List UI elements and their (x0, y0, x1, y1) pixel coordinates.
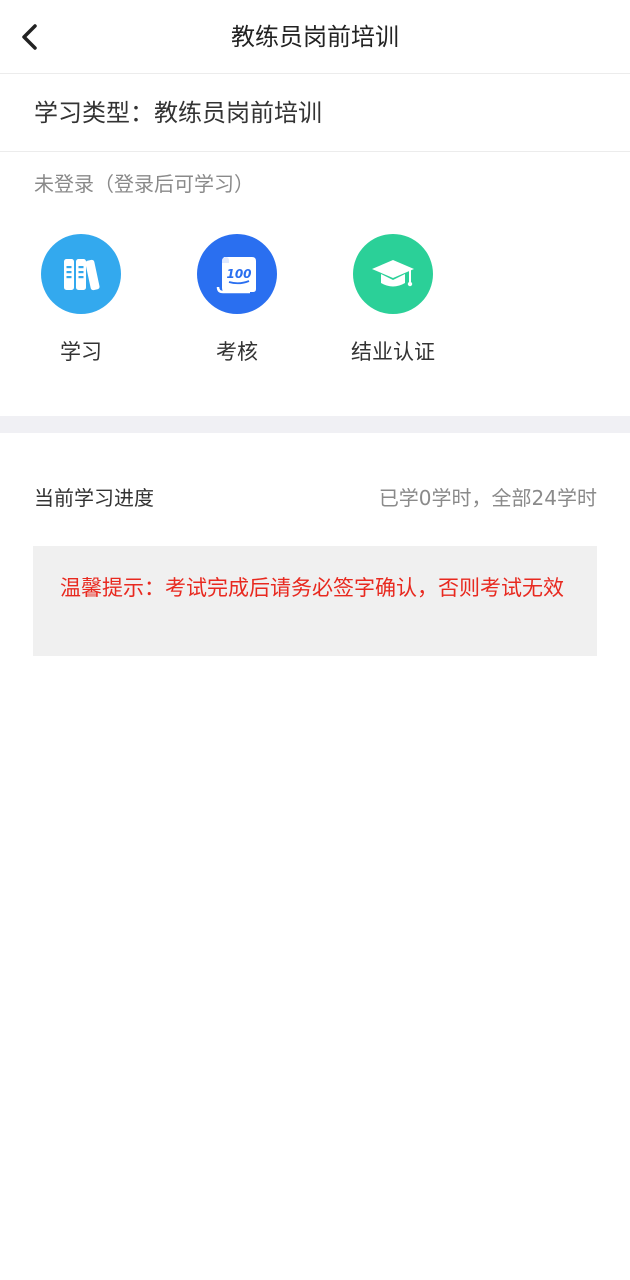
study-label: 学习 (60, 340, 102, 364)
login-status-text[interactable]: 未登录（登录后可学习） (34, 168, 254, 200)
books-icon (41, 234, 121, 314)
study-button[interactable]: 学习 (21, 234, 141, 368)
svg-text:100: 100 (226, 267, 251, 281)
progress-value: 已学0学时，全部24学时 (378, 486, 597, 510)
certification-button[interactable]: 结业认证 (333, 234, 453, 368)
nav-bar: 教练员岗前培训 (0, 0, 630, 74)
exam-label: 考核 (216, 340, 258, 364)
section-divider (0, 416, 630, 433)
progress-row: 当前学习进度 已学0学时，全部24学时 (34, 480, 597, 516)
graduation-cap-icon (353, 234, 433, 314)
study-type-text: 学习类型：教练员岗前培训 (0, 74, 630, 152)
warning-notice: 温馨提示：考试完成后请务必签字确认，否则考试无效 (33, 546, 597, 656)
exam-button[interactable]: 100 考核 (177, 234, 297, 368)
progress-label: 当前学习进度 (34, 486, 154, 510)
certification-label: 结业认证 (351, 340, 435, 364)
page-title: 教练员岗前培训 (231, 23, 399, 51)
exam-scroll-icon: 100 (197, 234, 277, 314)
